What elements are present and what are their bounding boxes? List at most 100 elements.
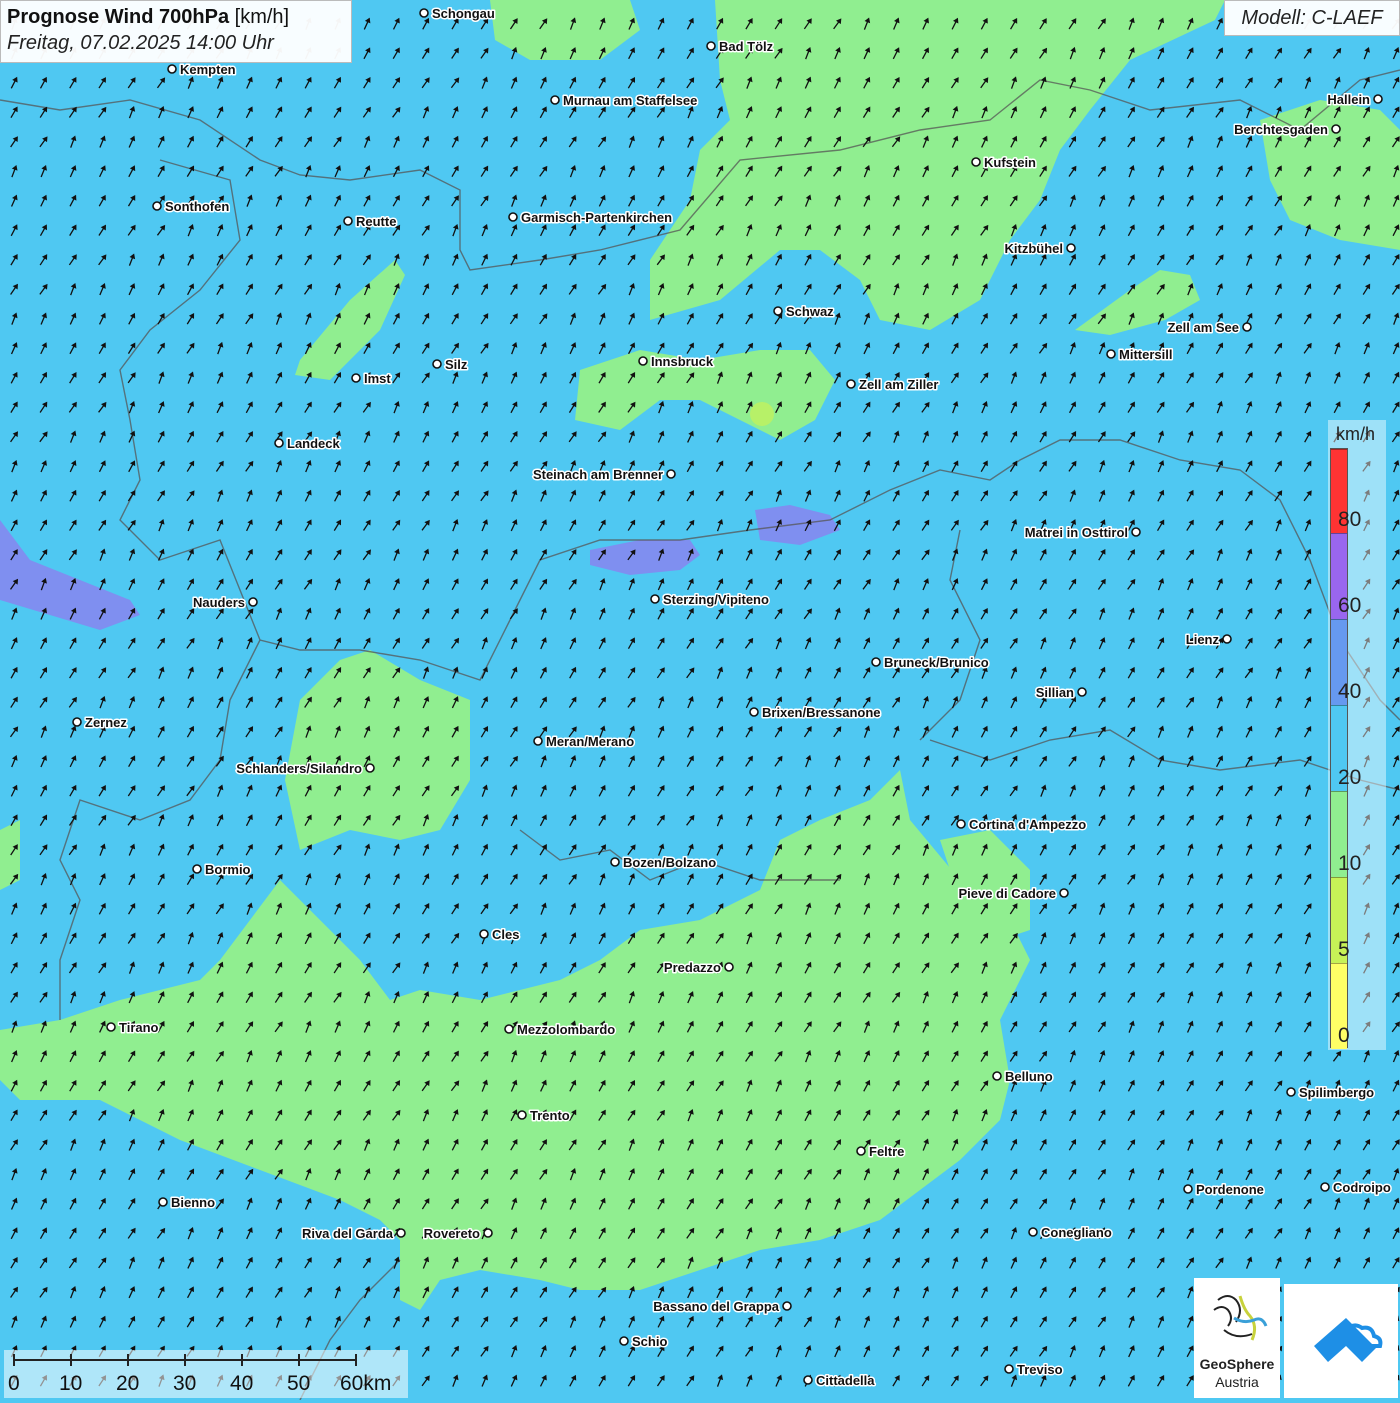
- cloud-app-logo[interactable]: [1284, 1284, 1398, 1398]
- city-marker: Berchtesgaden: [1233, 121, 1341, 139]
- city-dot: [508, 212, 518, 222]
- city-label: Imst: [364, 371, 391, 386]
- city-dot: [1004, 1364, 1014, 1374]
- city-label: Hallein: [1327, 92, 1370, 107]
- scale-label-60km: 60km: [340, 1372, 392, 1395]
- city-dot: [1028, 1227, 1038, 1237]
- city-dot: [432, 359, 442, 369]
- legend-tick-5: 5: [1338, 938, 1350, 961]
- city-label: Garmisch-Partenkirchen: [521, 210, 672, 225]
- title: Prognose Wind 700hPa: [7, 6, 230, 28]
- title-unit: [km/h]: [234, 6, 290, 28]
- city-marker: Schlanders/Silandro: [235, 760, 375, 778]
- city-dot: [483, 1228, 493, 1238]
- city-marker: Mezzolombardo: [504, 1021, 617, 1039]
- city-dot: [1222, 634, 1232, 644]
- city-label: Silz: [445, 357, 468, 372]
- city-label: Nauders: [193, 595, 245, 610]
- city-dot: [343, 216, 353, 226]
- calm-zone-west-edge: [0, 820, 20, 890]
- city-label: Steinach am Brenner: [533, 467, 663, 482]
- city-label: Brixen/Bressanone: [762, 705, 881, 720]
- city-marker: Zell am Ziller: [846, 376, 940, 394]
- city-dot: [550, 95, 560, 105]
- title-box: Prognose Wind 700hPa [km/h] Freitag, 07.…: [0, 0, 352, 63]
- city-dot: [152, 201, 162, 211]
- city-marker: Cortina d'Ampezzo: [956, 816, 1088, 834]
- city-dot: [1059, 888, 1069, 898]
- city-label: Rovereto: [424, 1226, 480, 1241]
- city-marker: Garmisch-Partenkirchen: [508, 209, 674, 227]
- city-label: Pordenone: [1196, 1182, 1264, 1197]
- city-dot: [106, 1022, 116, 1032]
- cloud-arrow-icon: [1314, 1318, 1383, 1362]
- city-label: Zell am See: [1167, 320, 1239, 335]
- city-dot: [846, 379, 856, 389]
- city-label: Bruneck/Brunico: [884, 655, 989, 670]
- city-dot: [167, 64, 177, 74]
- city-dot: [650, 594, 660, 604]
- city-marker: Pordenone: [1183, 1181, 1265, 1199]
- city-label: Codroipo: [1333, 1180, 1391, 1195]
- city-label: Kitzbühel: [1005, 241, 1064, 256]
- city-marker: Conegliano: [1028, 1224, 1113, 1242]
- city-dot: [533, 736, 543, 746]
- city-dot: [706, 41, 716, 51]
- geosphere-emblem-icon: [1213, 1295, 1268, 1341]
- city-marker: Brixen/Bressanone: [749, 704, 882, 722]
- logo-sub: Austria: [1215, 1374, 1259, 1390]
- city-label: Reutte: [356, 214, 396, 229]
- city-dot: [773, 306, 783, 316]
- title-line: Prognose Wind 700hPa [km/h]: [7, 4, 345, 30]
- city-dot: [517, 1110, 527, 1120]
- city-label: Landeck: [287, 436, 341, 451]
- city-dot: [619, 1336, 629, 1346]
- city-dot: [856, 1146, 866, 1156]
- city-dot: [479, 929, 489, 939]
- city-dot: [248, 597, 258, 607]
- city-dot: [1183, 1184, 1193, 1194]
- city-label: Mittersill: [1119, 347, 1172, 362]
- city-label: Schwaz: [786, 304, 834, 319]
- city-marker: Riva del Garda: [300, 1225, 406, 1243]
- city-label: Mezzolombardo: [517, 1022, 615, 1037]
- city-label: Schio: [632, 1334, 667, 1349]
- legend-tick-10: 10: [1338, 852, 1362, 875]
- city-dot: [803, 1375, 813, 1385]
- city-dot: [365, 763, 375, 773]
- city-label: Riva del Garda: [302, 1226, 394, 1241]
- city-marker: Innsbruck: [638, 353, 715, 371]
- city-label: Schlanders/Silandro: [236, 761, 362, 776]
- city-marker: Sonthofen: [152, 198, 231, 216]
- city-dot: [504, 1024, 514, 1034]
- scale-label-50: 50: [287, 1372, 311, 1395]
- scale-label-40: 40: [230, 1372, 254, 1395]
- city-label: Cittadella: [816, 1373, 875, 1388]
- legend-tick-20: 20: [1338, 766, 1362, 789]
- city-dot: [1131, 527, 1141, 537]
- city-label: Trento: [530, 1108, 570, 1123]
- city-label: Bienno: [171, 1195, 215, 1210]
- city-dot: [1320, 1182, 1330, 1192]
- city-marker: Matrei in Osttirol: [1023, 524, 1141, 542]
- city-label: Schongau: [432, 6, 495, 21]
- geosphere-logo[interactable]: GeoSphere Austria: [1194, 1278, 1280, 1398]
- legend-tick-80: 80: [1338, 508, 1362, 531]
- city-dot: [1331, 124, 1341, 134]
- legend: km/h 80 60 40 20 10 5 0: [1328, 420, 1386, 1050]
- city-marker: Steinach am Brenner: [531, 466, 676, 484]
- scale-label-0: 0: [8, 1372, 20, 1395]
- city-label: Matrei in Osttirol: [1025, 525, 1128, 540]
- city-dot: [1373, 94, 1383, 104]
- city-dot: [610, 857, 620, 867]
- city-dot: [749, 707, 759, 717]
- city-marker: Murnau am Staffelsee: [550, 92, 699, 110]
- city-dot: [72, 717, 82, 727]
- city-label: Sillian: [1036, 685, 1074, 700]
- city-dot: [782, 1301, 792, 1311]
- city-dot: [1066, 243, 1076, 253]
- city-dot: [1242, 322, 1252, 332]
- city-dot: [971, 157, 981, 167]
- city-label: Zernez: [85, 715, 127, 730]
- city-label: Predazzo: [664, 960, 721, 975]
